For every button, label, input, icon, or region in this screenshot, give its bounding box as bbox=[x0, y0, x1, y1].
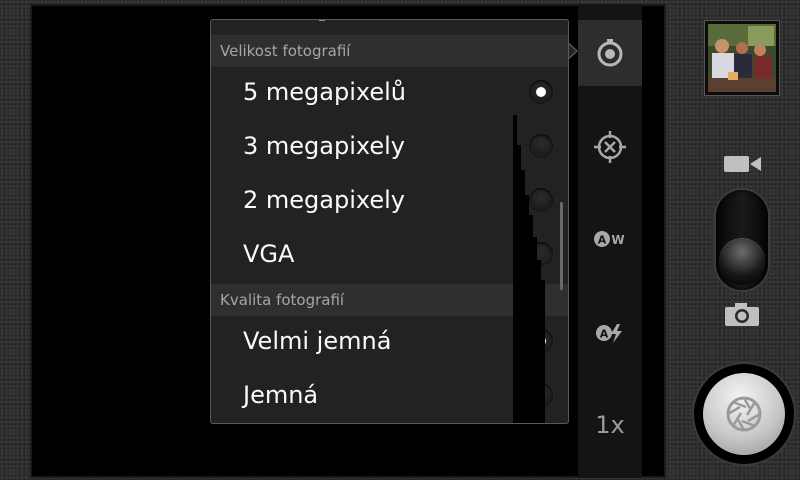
settings-button[interactable] bbox=[578, 20, 642, 86]
radio-button-selected[interactable] bbox=[529, 80, 553, 104]
option-label: Velmi jemná bbox=[243, 327, 392, 355]
shutter-ring bbox=[694, 364, 794, 464]
scroll-edge-mark bbox=[319, 20, 325, 21]
control-strip: A W A 1x bbox=[578, 4, 642, 478]
option-label: 2 megapixely bbox=[243, 186, 405, 214]
zoom-indicator[interactable]: 1x bbox=[578, 392, 642, 458]
focus-target-icon bbox=[594, 131, 626, 163]
svg-text:A: A bbox=[598, 234, 607, 247]
focus-mode-button[interactable] bbox=[578, 114, 642, 180]
last-photo-thumbnail[interactable] bbox=[704, 20, 780, 96]
mode-switch-knob[interactable] bbox=[719, 239, 765, 285]
camera-icon bbox=[725, 303, 759, 326]
option-5-megapixels[interactable]: 5 megapixelů bbox=[211, 65, 568, 119]
flash-auto-icon: A bbox=[596, 324, 622, 343]
svg-text:A: A bbox=[600, 328, 609, 341]
shutter-button[interactable] bbox=[703, 373, 785, 455]
photo-thumbnail-image bbox=[708, 24, 776, 92]
shutter-icon bbox=[726, 396, 762, 432]
svg-text:W: W bbox=[611, 233, 624, 247]
camera-mode-switch[interactable] bbox=[716, 190, 768, 290]
option-label: 5 megapixelů bbox=[243, 78, 406, 106]
option-label: Jemná bbox=[243, 381, 319, 409]
white-balance-auto-icon: A W bbox=[594, 231, 625, 247]
popup-scrollbar[interactable] bbox=[560, 202, 563, 290]
section-header-photo-size: Velikost fotografií bbox=[211, 35, 568, 67]
video-icon bbox=[724, 156, 761, 172]
settings-icon bbox=[597, 39, 623, 67]
zoom-label: 1x bbox=[595, 411, 625, 439]
option-label: 3 megapixely bbox=[243, 132, 405, 160]
flash-mode-button[interactable]: A bbox=[578, 300, 642, 366]
white-balance-button[interactable]: A W bbox=[578, 206, 642, 272]
settings-popup: Velikost fotografií 5 megapixelů 3 megap… bbox=[210, 19, 569, 424]
option-label: VGA bbox=[243, 240, 295, 268]
